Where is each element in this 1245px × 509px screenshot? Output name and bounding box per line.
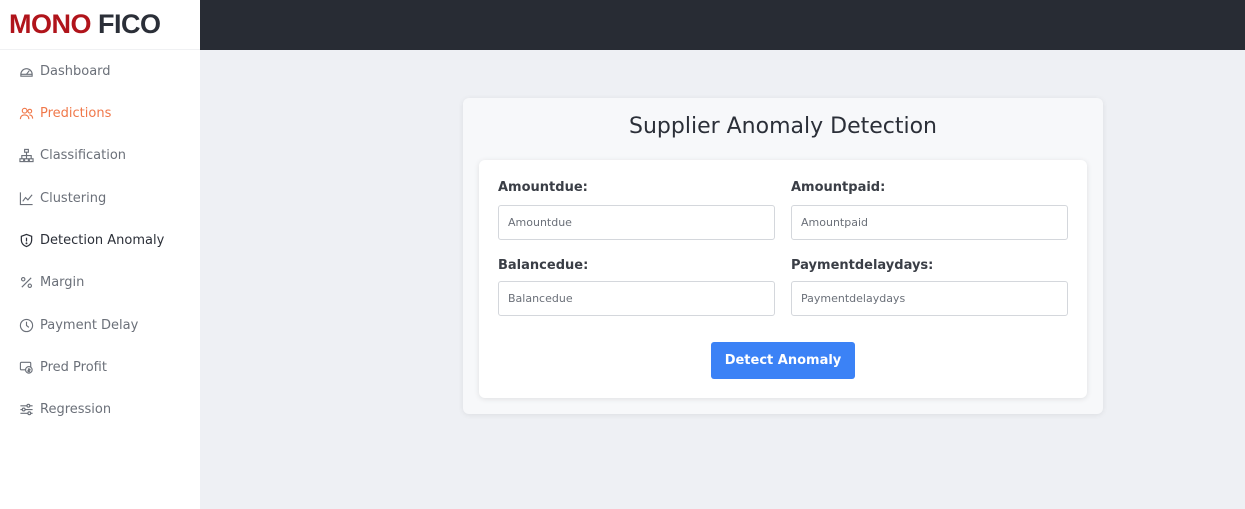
sidebar-item-pred-profit[interactable]: Pred Profit <box>0 352 200 382</box>
users-icon <box>18 105 34 121</box>
sidebar-item-predictions[interactable]: Predictions <box>0 98 200 128</box>
sidebar-item-payment-delay[interactable]: Payment Delay <box>0 310 200 340</box>
money-icon <box>18 359 34 375</box>
page-title: Supplier Anomaly Detection <box>629 114 937 139</box>
sidebar-item-label: Classification <box>40 147 127 163</box>
amountdue-input[interactable] <box>498 205 775 240</box>
sidebar-item-label: Predictions <box>40 105 112 121</box>
sidebar-item-label: Detection Anomaly <box>40 232 165 248</box>
sidebar-item-detection-anomaly[interactable]: Detection Anomaly <box>0 225 200 255</box>
top-bar <box>200 0 1245 50</box>
amountpaid-label: Amountpaid: <box>791 180 886 195</box>
brand-part-fico: FICO <box>98 9 161 39</box>
balancedue-input[interactable] <box>498 281 775 316</box>
sidebar-item-dashboard[interactable]: Dashboard <box>0 56 200 86</box>
shield-icon <box>18 232 34 248</box>
balancedue-label: Balancedue: <box>498 258 589 273</box>
sidebar-item-regression[interactable]: Regression <box>0 394 200 424</box>
detect-anomaly-button[interactable]: Detect Anomaly <box>711 342 855 379</box>
brand-part-mono: MONO <box>9 9 92 39</box>
sliders-icon <box>18 401 34 417</box>
dashboard-gauge-icon <box>18 63 34 79</box>
line-chart-icon <box>18 190 34 206</box>
clock-icon <box>18 317 34 333</box>
amountpaid-input[interactable] <box>791 205 1068 240</box>
sidebar-item-label: Dashboard <box>40 63 111 79</box>
paymentdelaydays-label: Paymentdelaydays: <box>791 258 934 273</box>
brand-logo[interactable]: MONO FICO <box>0 0 200 50</box>
sidebar-item-label: Regression <box>40 401 112 417</box>
sidebar-item-label: Payment Delay <box>40 317 139 333</box>
sidebar-item-margin[interactable]: Margin <box>0 267 200 297</box>
sitemap-icon <box>18 147 34 163</box>
sidebar-item-label: Margin <box>40 274 85 290</box>
anomaly-detection-card: Supplier Anomaly Detection Amountdue: Am… <box>463 98 1103 414</box>
paymentdelaydays-input[interactable] <box>791 281 1068 316</box>
sidebar-item-clustering[interactable]: Clustering <box>0 183 200 213</box>
amountdue-label: Amountdue: <box>498 180 588 195</box>
sidebar-item-classification[interactable]: Classification <box>0 140 200 170</box>
sidebar-item-label: Pred Profit <box>40 359 107 375</box>
percent-icon <box>18 274 34 290</box>
sidebar: MONO FICO Dashboard Predictions Classifi… <box>0 0 200 509</box>
anomaly-form: Amountdue: Amountpaid: Balancedue: Payme… <box>479 160 1087 398</box>
sidebar-item-label: Clustering <box>40 190 107 206</box>
